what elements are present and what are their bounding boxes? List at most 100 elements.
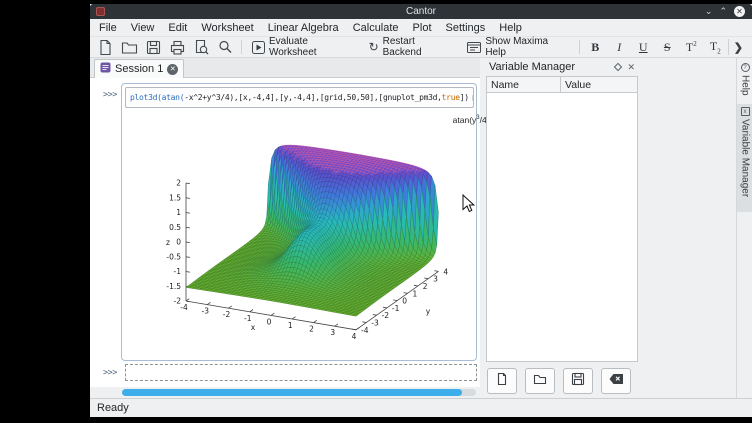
superscript-icon: T2 bbox=[682, 40, 700, 55]
strikethrough-icon: S bbox=[658, 40, 676, 55]
subscript-icon: T2 bbox=[706, 39, 724, 55]
backspace-clear-icon bbox=[609, 372, 624, 390]
status-bar: Ready bbox=[90, 398, 752, 417]
dock-title: Variable Manager bbox=[489, 61, 575, 73]
side-tab-variable-manager[interactable]: x Variable Manager bbox=[737, 104, 752, 212]
command-code: plot3d(atan(-x^2+y^3/4),[x,-4,4],[y,-4,4… bbox=[130, 93, 469, 102]
save-icon bbox=[145, 39, 162, 56]
toolbar-extender-button[interactable]: ❯ bbox=[728, 39, 748, 55]
session-icon bbox=[100, 62, 111, 76]
next-command-prompt: >>> bbox=[103, 368, 117, 378]
save-icon bbox=[571, 372, 585, 391]
toolbar-separator bbox=[241, 40, 242, 54]
column-header-value[interactable]: Value bbox=[561, 77, 637, 92]
search-icon bbox=[217, 39, 234, 56]
underline-icon: U bbox=[634, 40, 652, 55]
command-prompt: >>> bbox=[103, 90, 117, 100]
mouse-cursor bbox=[462, 194, 475, 218]
tab-session-1[interactable]: Session 1 ✕ bbox=[94, 59, 184, 78]
print-preview-button[interactable] bbox=[190, 37, 213, 57]
plot3d-surface-canvas bbox=[156, 113, 471, 351]
main-content: Session 1 ✕ >>> plot3d(atan(-x^2+y^3/4),… bbox=[90, 58, 752, 398]
load-variables-button[interactable] bbox=[525, 368, 555, 394]
menu-file[interactable]: File bbox=[92, 22, 124, 34]
strikethrough-button[interactable]: S bbox=[656, 37, 679, 57]
show-maxima-help-button[interactable]: Show Maxima Help bbox=[461, 37, 574, 57]
variable-manager-tab-icon: x bbox=[741, 107, 750, 116]
session-progress-fill bbox=[122, 389, 462, 396]
session-progress-track[interactable] bbox=[122, 389, 476, 396]
worksheet-panel: Session 1 ✕ >>> plot3d(atan(-x^2+y^3/4),… bbox=[90, 58, 480, 398]
print-button[interactable] bbox=[166, 37, 189, 57]
print-icon bbox=[169, 39, 186, 56]
column-header-name[interactable]: Name bbox=[487, 77, 561, 92]
menu-help[interactable]: Help bbox=[492, 22, 529, 34]
new-document-icon bbox=[97, 39, 114, 56]
tab-close-icon[interactable]: ✕ bbox=[167, 64, 178, 75]
evaluate-icon bbox=[252, 41, 265, 54]
variable-manager-tab-label: Variable Manager bbox=[740, 119, 751, 197]
menu-worksheet[interactable]: Worksheet bbox=[194, 22, 260, 34]
restart-icon: ↻ bbox=[369, 40, 379, 54]
titlebar[interactable]: Cantor ⌄ ⌃ ✕ bbox=[90, 4, 752, 19]
menu-view[interactable]: View bbox=[124, 22, 162, 34]
evaluate-worksheet-button[interactable]: Evaluate Worksheet bbox=[246, 37, 362, 57]
side-tab-help[interactable]: ? Help bbox=[737, 60, 752, 102]
clear-variables-button[interactable] bbox=[601, 368, 631, 394]
print-preview-icon bbox=[193, 39, 210, 56]
entry-widget-icons bbox=[469, 95, 474, 101]
menu-bar: File View Edit Worksheet Linear Algebra … bbox=[90, 19, 752, 37]
open-document-button[interactable] bbox=[118, 37, 141, 57]
session-tab-label: Session 1 bbox=[115, 63, 163, 75]
superscript-button[interactable]: T2 bbox=[680, 37, 703, 57]
toolbar: Evaluate Worksheet ↻ Restart Backend Sho… bbox=[90, 37, 752, 58]
command-input[interactable]: plot3d(atan(-x^2+y^3/4),[x,-4,4],[y,-4,4… bbox=[125, 87, 474, 108]
window-title: Cantor bbox=[90, 6, 752, 17]
variable-manager-buttons bbox=[487, 368, 631, 394]
new-document-button[interactable] bbox=[94, 37, 117, 57]
menu-linear-algebra[interactable]: Linear Algebra bbox=[261, 22, 346, 34]
new-variable-button[interactable] bbox=[487, 368, 517, 394]
close-button[interactable]: ✕ bbox=[734, 6, 745, 17]
menu-calculate[interactable]: Calculate bbox=[346, 22, 406, 34]
chevron-right-icon: ❯ bbox=[734, 41, 743, 54]
entry-widget-icon bbox=[472, 95, 474, 101]
restart-backend-button[interactable]: ↻ Restart Backend bbox=[363, 37, 461, 57]
next-entry-field[interactable] bbox=[125, 364, 477, 381]
help-tab-label: Help bbox=[740, 75, 751, 96]
float-dock-icon[interactable] bbox=[614, 63, 622, 71]
find-button[interactable] bbox=[214, 37, 237, 57]
variable-table-body bbox=[486, 93, 638, 362]
variable-manager-dock: Variable Manager ✕ Name Value bbox=[484, 58, 640, 398]
plot-result: atan(y3/4-x2) bbox=[156, 113, 471, 351]
italic-button[interactable]: I bbox=[608, 37, 631, 57]
variable-table-header: Name Value bbox=[486, 76, 638, 93]
menu-plot[interactable]: Plot bbox=[406, 22, 439, 34]
bold-button[interactable]: B bbox=[584, 37, 607, 57]
italic-icon: I bbox=[610, 40, 628, 55]
help-tab-icon: ? bbox=[741, 63, 750, 72]
screen: Cantor ⌄ ⌃ ✕ File View Edit Worksheet Li… bbox=[0, 0, 752, 423]
new-document-icon bbox=[495, 372, 509, 391]
dock-header: Variable Manager ✕ bbox=[484, 58, 640, 76]
bold-icon: B bbox=[586, 40, 604, 55]
help-window-icon bbox=[467, 41, 481, 54]
toolbar-separator bbox=[579, 40, 580, 54]
maximize-button[interactable]: ⌃ bbox=[719, 7, 727, 16]
subscript-button[interactable]: T2 bbox=[704, 37, 727, 57]
worksheet-tabbar: Session 1 ✕ bbox=[90, 58, 480, 78]
folder-icon bbox=[533, 372, 547, 391]
save-button[interactable] bbox=[142, 37, 165, 57]
save-variables-button[interactable] bbox=[563, 368, 593, 394]
close-dock-icon[interactable]: ✕ bbox=[627, 63, 635, 72]
app-window: Cantor ⌄ ⌃ ✕ File View Edit Worksheet Li… bbox=[90, 4, 752, 417]
open-folder-icon bbox=[121, 39, 138, 56]
side-tabstrip: ? Help x Variable Manager bbox=[736, 58, 752, 398]
active-entry-frame: plot3d(atan(-x^2+y^3/4),[x,-4,4],[y,-4,4… bbox=[121, 83, 477, 361]
underline-button[interactable]: U bbox=[632, 37, 655, 57]
minimize-button[interactable]: ⌄ bbox=[705, 7, 713, 16]
menu-settings[interactable]: Settings bbox=[439, 22, 493, 34]
session-progress-strip bbox=[90, 387, 480, 398]
menu-edit[interactable]: Edit bbox=[161, 22, 194, 34]
worksheet-view[interactable]: >>> plot3d(atan(-x^2+y^3/4),[x,-4,4],[y,… bbox=[90, 78, 480, 398]
